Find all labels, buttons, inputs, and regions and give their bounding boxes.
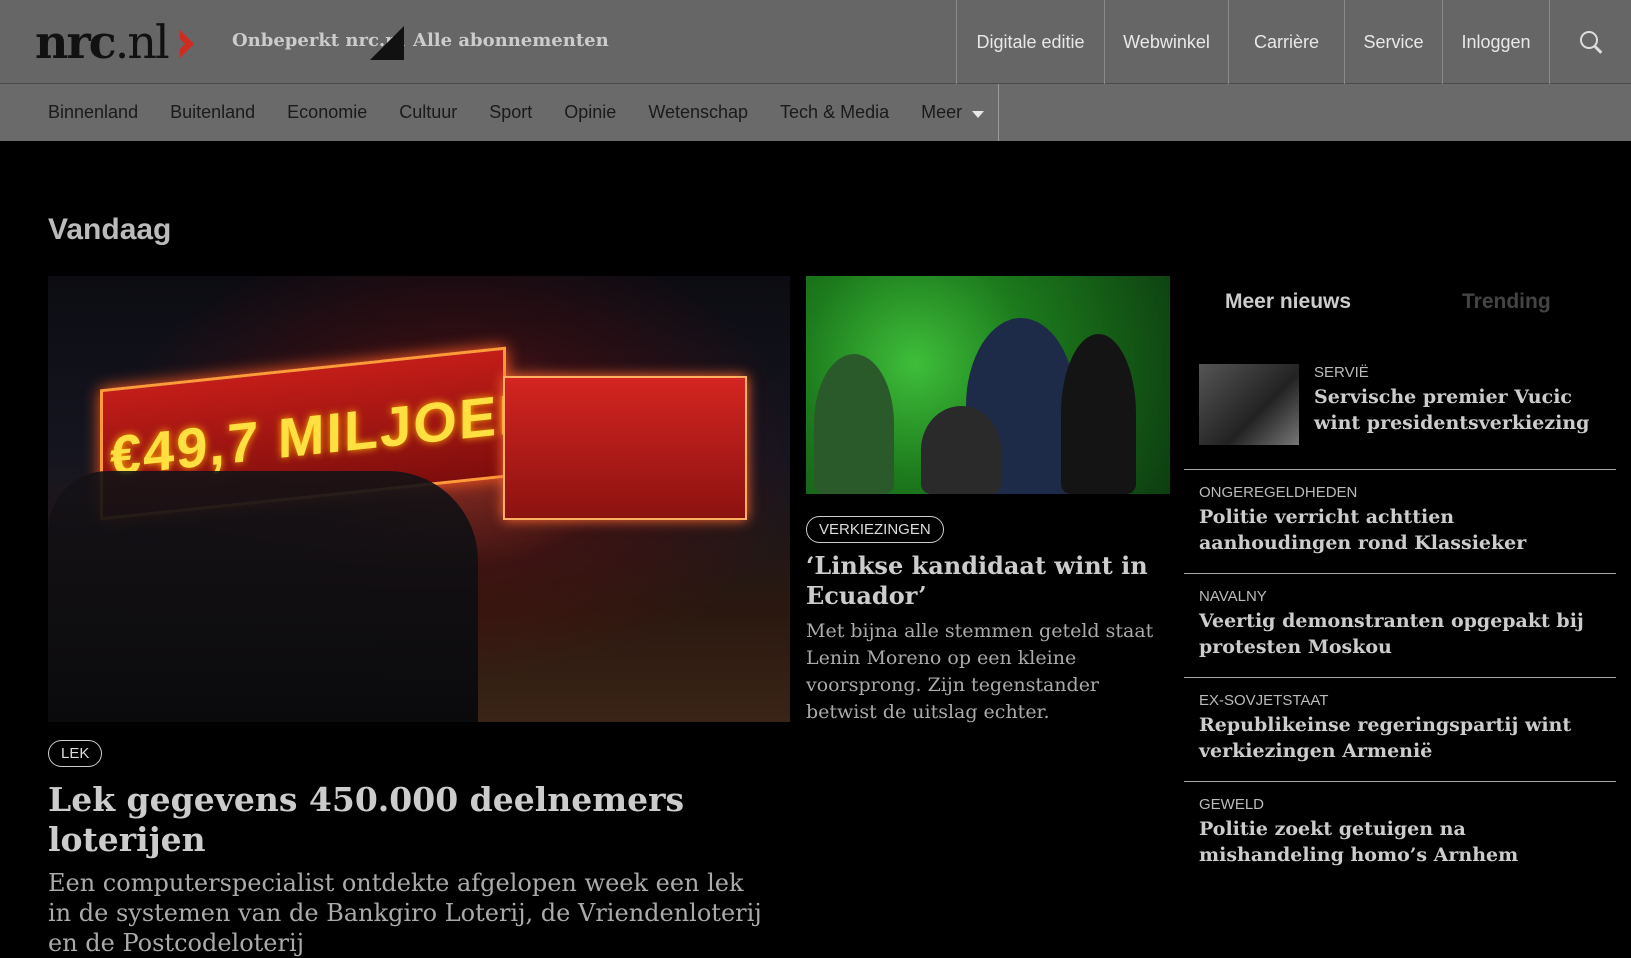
promo-divider-icon [370,26,404,60]
truck-cab [503,376,747,520]
news-title: Republikeinse regeringspartij wint verki… [1199,714,1572,762]
webshop-link[interactable]: Webwinkel [1104,0,1228,84]
news-thumbnail [1199,364,1299,445]
nav-economie[interactable]: Economie [271,84,383,141]
news-category: ONGEREGELDHEDEN [1199,484,1358,501]
second-article-summary: Met bijna alle stemmen geteld staat Leni… [806,620,1154,723]
nav-buitenland[interactable]: Buitenland [154,84,271,141]
search-icon [1579,31,1602,53]
chevron-down-icon [972,111,985,118]
nav-cultuur[interactable]: Cultuur [383,84,473,141]
news-category: NAVALNY [1199,588,1267,605]
lead-article-headline[interactable]: Lek gegevens 450.000 deelnemers loterije… [48,780,768,860]
crowd-figure [921,406,1001,494]
crowd-figure [1061,334,1136,494]
digital-edition-link[interactable]: Digitale editie [956,0,1104,84]
news-title: Servische premier Vucic wint presidentsv… [1314,386,1590,434]
sidebar-news-item[interactable]: SERVIË Servische premier Vucic wint pres… [1184,362,1616,470]
tab-trending[interactable]: Trending [1462,290,1551,314]
logo-arrow-icon [175,30,194,58]
top-nav: Digitale editie Webwinkel Carrière Servi… [956,0,1631,84]
search-button[interactable] [1549,0,1631,84]
sidebar-tabs: Meer nieuws Trending [1187,290,1617,320]
second-article-tag[interactable]: VERKIEZINGEN [806,516,944,543]
crowd-silhouette [48,471,478,722]
sidebar-news-item[interactable]: ONGEREGELDHEDEN Politie verricht achttie… [1184,484,1616,574]
second-article-headline[interactable]: ‘Linkse kandidaat wint in Ecuador’ [806,551,1166,611]
sidebar-news-item[interactable]: NAVALNY Veertig demonstranten opgepakt b… [1184,588,1616,678]
nrc-logo[interactable]: nrc.nl [35,14,170,70]
tab-more-news[interactable]: Meer nieuws [1225,290,1351,314]
news-category: SERVIË [1314,364,1369,381]
lead-article-tag[interactable]: LEK [48,740,103,767]
sidebar-news-item[interactable]: EX-SOVJETSTAAT Republikeinse regeringspa… [1184,692,1616,782]
logo-suffix: .nl [114,15,170,69]
news-category: GEWELD [1199,796,1265,813]
promo-subscriptions-link[interactable]: Alle abonnementen [413,30,609,51]
login-link[interactable]: Inloggen [1442,0,1549,84]
lead-article-photo[interactable]: €49,7 MILJOEN [48,276,790,722]
lead-article-summary: Een computerspecialist ontdekte afgelope… [48,869,762,957]
nav-opinie[interactable]: Opinie [548,84,632,141]
nav-more-dropdown[interactable]: Meer [905,84,1000,141]
news-title: Veertig demonstranten opgepakt bij prote… [1199,610,1584,658]
nav-more-label: Meer [921,102,963,122]
service-link[interactable]: Service [1344,0,1442,84]
logo-text: nrc [35,15,117,69]
nav-binnenland[interactable]: Binnenland [0,84,154,141]
news-title: Politie zoekt getuigen na mishandeling h… [1199,818,1519,866]
nav-wetenschap[interactable]: Wetenschap [632,84,764,141]
top-bar: nrc.nl Onbeperkt nrc.nl Alle abonnemente… [0,0,1631,84]
crowd-figure [814,354,894,494]
career-link[interactable]: Carrière [1228,0,1344,84]
nav-sport[interactable]: Sport [473,84,548,141]
news-title: Politie verricht achttien aanhoudingen r… [1199,506,1527,554]
nav-tech-media[interactable]: Tech & Media [764,84,905,141]
second-article-photo[interactable] [806,276,1170,494]
news-category: EX-SOVJETSTAAT [1199,692,1329,709]
section-nav: Binnenland Buitenland Economie Cultuur S… [0,84,1631,141]
sidebar-news-item[interactable]: GEWELD Politie zoekt getuigen na mishand… [1184,796,1616,886]
section-title: Vandaag [48,213,172,246]
